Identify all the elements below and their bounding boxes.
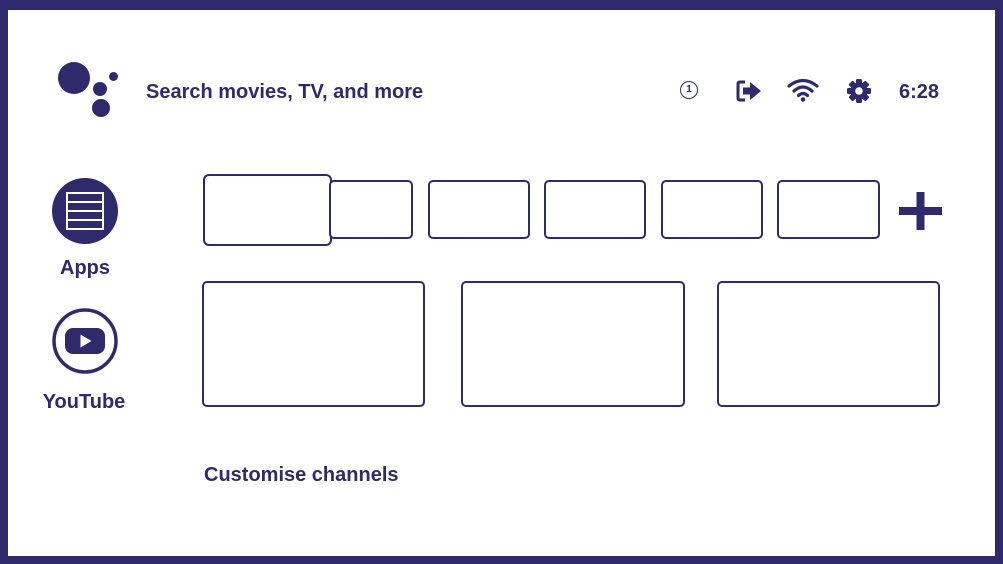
customise-channels-link[interactable]: Customise channels — [204, 463, 399, 487]
sidebar-item-label: Apps — [60, 257, 110, 279]
settings-icon[interactable] — [846, 78, 872, 104]
sidebar-item-apps[interactable]: Apps — [40, 176, 130, 282]
assistant-icon[interactable] — [56, 60, 122, 120]
favorite-app-tile[interactable] — [329, 180, 413, 239]
search-bar[interactable]: Search movies, TV, and more — [146, 80, 423, 104]
favorite-app-tile[interactable] — [203, 174, 332, 246]
channel-tile[interactable] — [717, 281, 940, 407]
sidebar-item-label: YouTube — [42, 391, 126, 413]
favorite-app-tile[interactable] — [428, 180, 530, 239]
favorite-app-tile[interactable] — [544, 180, 646, 239]
clock: 6:28 — [899, 81, 940, 103]
channel-tile[interactable] — [461, 281, 685, 407]
favorite-app-tile[interactable] — [777, 180, 880, 239]
wifi-icon[interactable] — [787, 78, 819, 102]
notification-count: 1 — [686, 84, 692, 95]
sidebar-item-youtube[interactable]: YouTube — [40, 308, 136, 416]
input-source-icon[interactable] — [736, 79, 764, 103]
apps-icon — [52, 178, 118, 244]
youtube-icon — [52, 308, 118, 374]
favorite-app-tile[interactable] — [661, 180, 763, 239]
plus-icon[interactable] — [899, 192, 942, 230]
channel-tile[interactable] — [202, 281, 425, 407]
notification-icon[interactable]: 1 — [680, 81, 698, 99]
